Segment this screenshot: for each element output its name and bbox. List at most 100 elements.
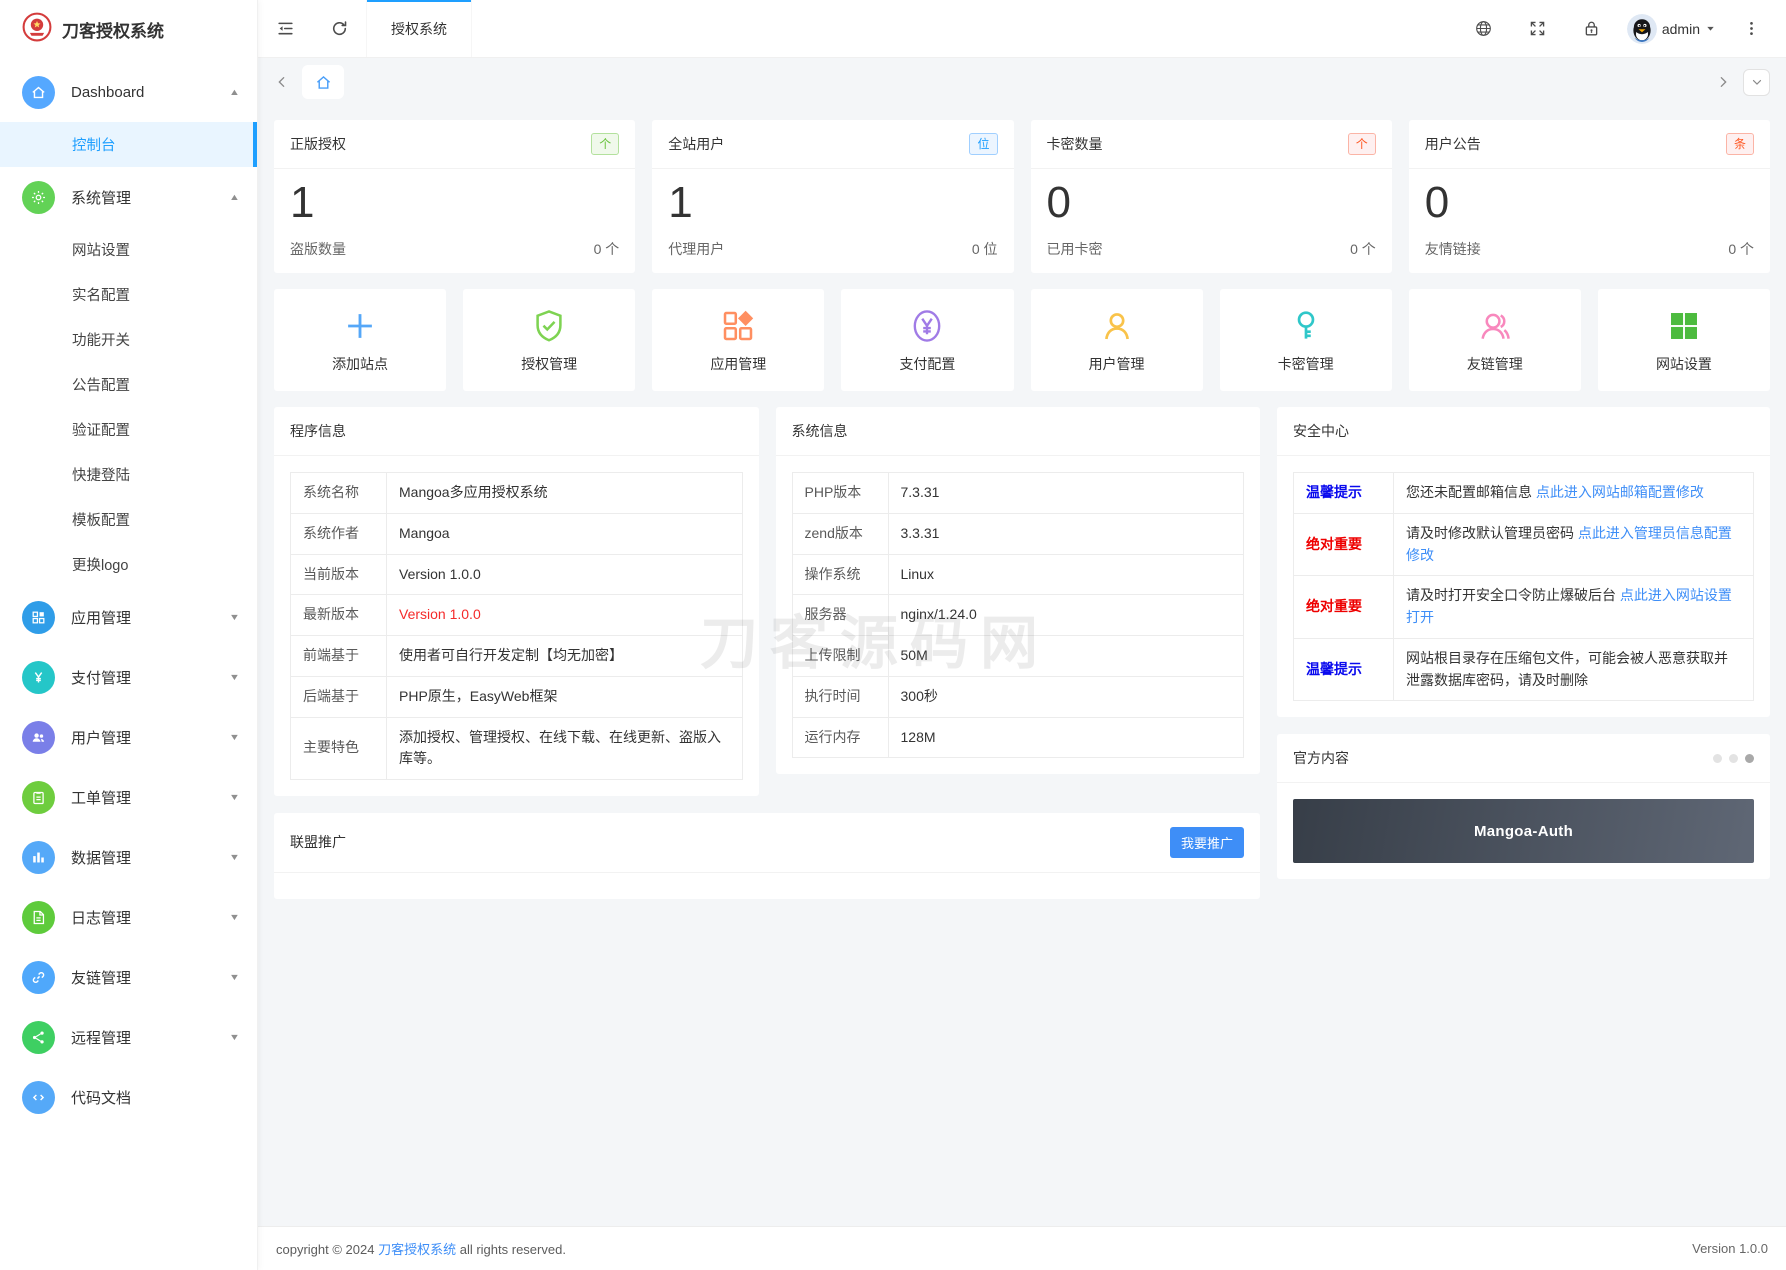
promote-button[interactable]: 我要推广 (1170, 827, 1244, 858)
stat-unit-badge: 条 (1726, 133, 1754, 155)
stat-sub-value: 0 个 (594, 239, 620, 259)
sidebar-subitem-template-config[interactable]: 模板配置 (0, 497, 257, 542)
sidebar-item-system[interactable]: 系统管理▲ (0, 167, 257, 227)
quick-action-app-manage[interactable]: 应用管理 (652, 289, 824, 391)
username: admin (1662, 21, 1700, 37)
system-info-title: 系统信息 (792, 421, 848, 441)
tab-options-button[interactable] (1743, 69, 1770, 96)
stat-card-foot: 代理用户0 位 (652, 227, 1013, 273)
carousel-dot-3[interactable] (1745, 754, 1754, 763)
sidebar-item-apps[interactable]: 应用管理▼ (0, 587, 257, 647)
official-content-title: 官方内容 (1293, 748, 1349, 768)
caret-up-icon: ▲ (229, 192, 240, 202)
official-content-card: 官方内容 Mangoa-Auth (1277, 734, 1770, 879)
info-label: 上传限制 (792, 636, 888, 677)
sidebar-item-tickets[interactable]: 工单管理▼ (0, 767, 257, 827)
home-tab-button[interactable] (302, 65, 344, 99)
sidebar-subitem-site-settings[interactable]: 网站设置 (0, 227, 257, 272)
app-title: 刀客授权系统 (62, 17, 164, 42)
quick-action-card-manage[interactable]: 卡密管理 (1220, 289, 1392, 391)
globe-icon[interactable] (1457, 0, 1511, 57)
sidebar-item-payment[interactable]: 支付管理▼ (0, 647, 257, 707)
caret-down-icon: ▼ (229, 972, 240, 982)
tab-auth-system[interactable]: 授权系统 (366, 0, 472, 57)
chevron-left-icon[interactable] (274, 74, 290, 90)
info-value: nginx/1.24.0 (888, 595, 1244, 636)
refresh-icon[interactable] (312, 0, 366, 57)
quick-action-label: 用户管理 (1089, 354, 1145, 374)
stat-value: 0 (1031, 169, 1392, 227)
quick-action-link-manage[interactable]: 友链管理 (1409, 289, 1581, 391)
sidebar-menu: Dashboard▲控制台系统管理▲网站设置实名配置功能开关公告配置验证配置快捷… (0, 58, 257, 1270)
quick-action-add-site[interactable]: 添加站点 (274, 289, 446, 391)
quick-action-label: 添加站点 (332, 354, 388, 374)
sidebar-item-users[interactable]: 用户管理▼ (0, 707, 257, 767)
carousel-dot-1[interactable] (1713, 754, 1722, 763)
sidebar-item-remote[interactable]: 远程管理▼ (0, 1007, 257, 1067)
security-tag: 温馨提示 (1294, 638, 1394, 700)
kebab-menu-icon[interactable] (1724, 0, 1778, 57)
stat-card-foot: 友情链接0 个 (1409, 227, 1770, 273)
footer-site-link[interactable]: 刀客授权系统 (378, 1242, 456, 1257)
sidebar-item-friendlinks[interactable]: 友链管理▼ (0, 947, 257, 1007)
lock-icon[interactable] (1565, 0, 1619, 57)
info-label: 前端基于 (291, 636, 387, 677)
sidebar-item-label: 日志管理 (71, 907, 230, 928)
sidebar-item-dashboard[interactable]: Dashboard▲ (0, 62, 257, 122)
sidebar-subitem-feature-switch[interactable]: 功能开关 (0, 317, 257, 362)
yen-icon (22, 661, 55, 694)
caret-down-icon: ▼ (229, 792, 240, 802)
sidebar-item-label: 工单管理 (71, 787, 230, 808)
quick-action-pay-config[interactable]: 支付配置 (841, 289, 1013, 391)
stat-value: 1 (274, 169, 635, 227)
sidebar-item-logs[interactable]: 日志管理▼ (0, 887, 257, 947)
breadcrumb-right (1715, 69, 1770, 96)
caret-down-icon: ▼ (229, 612, 240, 622)
sidebar-item-data[interactable]: 数据管理▼ (0, 827, 257, 887)
security-center-card: 安全中心 温馨提示您还未配置邮箱信息 点此进入网站邮箱配置修改绝对重要请及时修改… (1277, 407, 1770, 717)
quick-action-auth-manage[interactable]: 授权管理 (463, 289, 635, 391)
promotion-title: 联盟推广 (290, 832, 346, 852)
app-logo[interactable]: 刀客授权系统 (0, 0, 257, 58)
caret-down-icon: ▼ (229, 732, 240, 742)
quick-action-site-settings[interactable]: 网站设置 (1598, 289, 1770, 391)
info-label: 当前版本 (291, 554, 387, 595)
system-info-card: 系统信息 PHP版本7.3.31zend版本3.3.31操作系统Linux服务器… (776, 407, 1261, 774)
info-label: 主要特色 (291, 717, 387, 779)
sidebar-subitem-quick-login[interactable]: 快捷登陆 (0, 452, 257, 497)
sidebar-subitem-change-logo[interactable]: 更换logo (0, 542, 257, 587)
submenu-system: 网站设置实名配置功能开关公告配置验证配置快捷登陆模板配置更换logo (0, 227, 257, 587)
caret-down-icon: ▼ (229, 672, 240, 682)
collapse-sidebar-icon[interactable] (258, 0, 312, 57)
sidebar-subitem-announce-config[interactable]: 公告配置 (0, 362, 257, 407)
footer-version: Version 1.0.0 (1692, 1241, 1768, 1256)
user-menu[interactable]: admin (1619, 0, 1724, 57)
carousel-dot-2[interactable] (1729, 754, 1738, 763)
shield-check-icon (530, 307, 568, 345)
sidebar-subitem-realname-config[interactable]: 实名配置 (0, 272, 257, 317)
sidebar-subitem-console[interactable]: 控制台 (0, 122, 257, 167)
security-tag: 绝对重要 (1294, 514, 1394, 576)
chevron-right-icon[interactable] (1715, 74, 1731, 90)
system-info-table: PHP版本7.3.31zend版本3.3.31操作系统Linux服务器nginx… (792, 472, 1245, 758)
official-banner[interactable]: Mangoa-Auth (1293, 799, 1754, 863)
info-label: 后端基于 (291, 676, 387, 717)
stat-card-head: 正版授权个 (274, 120, 635, 169)
sidebar-subitem-verify-config[interactable]: 验证配置 (0, 407, 257, 452)
quick-action-label: 授权管理 (521, 354, 577, 374)
info-row: 运行内存128M (792, 717, 1244, 758)
copyright-suffix: all rights reserved. (456, 1242, 566, 1257)
info-value: Mangoa多应用授权系统 (387, 473, 743, 514)
stat-unit-badge: 个 (591, 133, 619, 155)
info-label: 操作系统 (792, 554, 888, 595)
sidebar-item-codedocs[interactable]: 代码文档 (0, 1067, 257, 1127)
sidebar-item-label: 友链管理 (71, 967, 230, 988)
fullscreen-icon[interactable] (1511, 0, 1565, 57)
quick-action-user-manage[interactable]: 用户管理 (1031, 289, 1203, 391)
stat-card-foot: 已用卡密0 个 (1031, 227, 1392, 273)
topbar: 授权系统 admin (258, 0, 1786, 58)
security-row: 温馨提示您还未配置邮箱信息 点此进入网站邮箱配置修改 (1294, 473, 1754, 514)
security-link[interactable]: 点此进入网站邮箱配置修改 (1536, 484, 1704, 500)
quick-action-label: 应用管理 (710, 354, 766, 374)
info-row: 前端基于使用者可自行开发定制【均无加密】 (291, 636, 743, 677)
